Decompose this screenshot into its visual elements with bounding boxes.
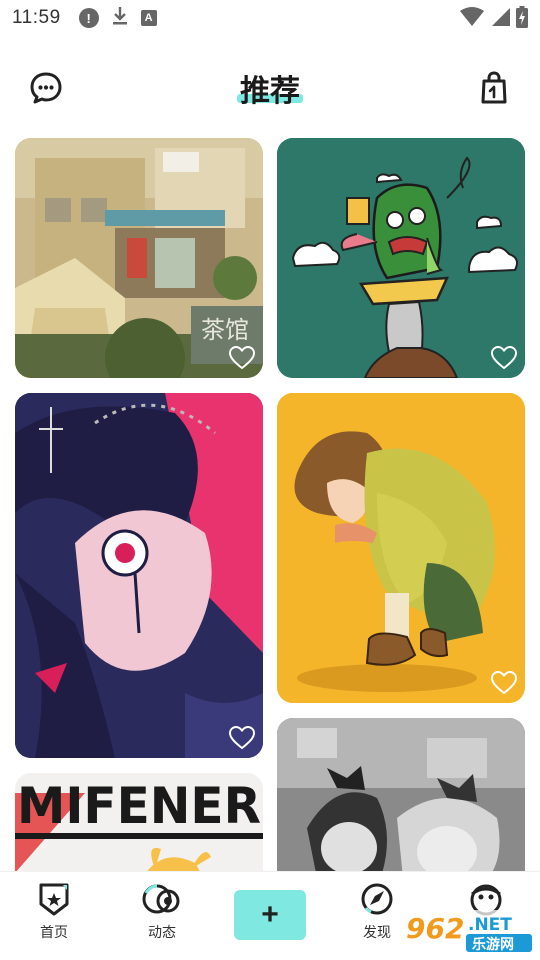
header: 推荐 xyxy=(0,56,540,120)
feed[interactable]: 茶馆 MIFENER xyxy=(15,138,525,871)
feed-card-street-scene[interactable]: 茶馆 xyxy=(15,138,263,378)
nav-activity[interactable]: 动态 xyxy=(122,882,202,942)
nav-discover-label: 发现 xyxy=(363,925,391,941)
card-sign-text: 茶馆 xyxy=(201,316,249,344)
page-title: 推荐 xyxy=(240,74,300,109)
chat-button[interactable] xyxy=(28,70,64,106)
watermark-number: 962 xyxy=(406,912,464,945)
battery-icon xyxy=(516,6,528,33)
nav-home[interactable]: 首页 xyxy=(14,882,94,942)
feed-card-crouching-boy[interactable] xyxy=(277,393,525,703)
status-icons-right xyxy=(460,6,528,33)
gothic-girl-artwork xyxy=(15,393,263,758)
activity-icon xyxy=(142,884,180,914)
feed-card-pickle-monster[interactable] xyxy=(277,138,525,378)
signal-icon xyxy=(490,7,510,32)
home-badge-icon xyxy=(39,883,69,916)
add-post-button[interactable]: + xyxy=(234,890,306,940)
watermark-logo: 962 .NET 乐游网 xyxy=(402,908,536,956)
status-icons-left: ! A xyxy=(78,6,157,31)
feed-card-mifener-poster[interactable]: MIFENER xyxy=(15,773,263,871)
heart-icon[interactable] xyxy=(491,671,517,695)
pickle-monster-artwork xyxy=(277,138,525,378)
shopping-bag-icon xyxy=(481,71,507,104)
street-scene-artwork: 茶馆 xyxy=(15,138,263,378)
heart-icon[interactable] xyxy=(229,346,255,370)
status-time: 11:59 xyxy=(12,7,61,28)
heart-icon[interactable] xyxy=(229,726,255,750)
plus-icon: + xyxy=(261,898,279,931)
wifi-icon xyxy=(460,7,484,32)
download-icon xyxy=(111,6,129,31)
poster-title: MIFENER xyxy=(17,777,261,835)
mifener-poster-artwork: MIFENER xyxy=(15,773,263,871)
chat-bubble-icon xyxy=(30,72,62,104)
grayscale-girls-artwork xyxy=(277,718,525,871)
nav-activity-label: 动态 xyxy=(148,925,176,941)
alert-icon: ! xyxy=(78,8,99,28)
discover-icon xyxy=(361,883,393,915)
shop-button[interactable] xyxy=(476,70,512,106)
feed-card-gothic-girl[interactable] xyxy=(15,393,263,758)
watermark-site: 乐游网 xyxy=(472,936,514,953)
nav-home-label: 首页 xyxy=(40,925,68,941)
status-bar: 11:59 ! A xyxy=(0,0,540,36)
text-a-icon: A xyxy=(140,10,157,26)
heart-icon[interactable] xyxy=(491,346,517,370)
watermark-domain: .NET xyxy=(468,915,512,935)
feed-card-grayscale-girls[interactable] xyxy=(277,718,525,871)
crouching-boy-artwork xyxy=(277,393,525,703)
